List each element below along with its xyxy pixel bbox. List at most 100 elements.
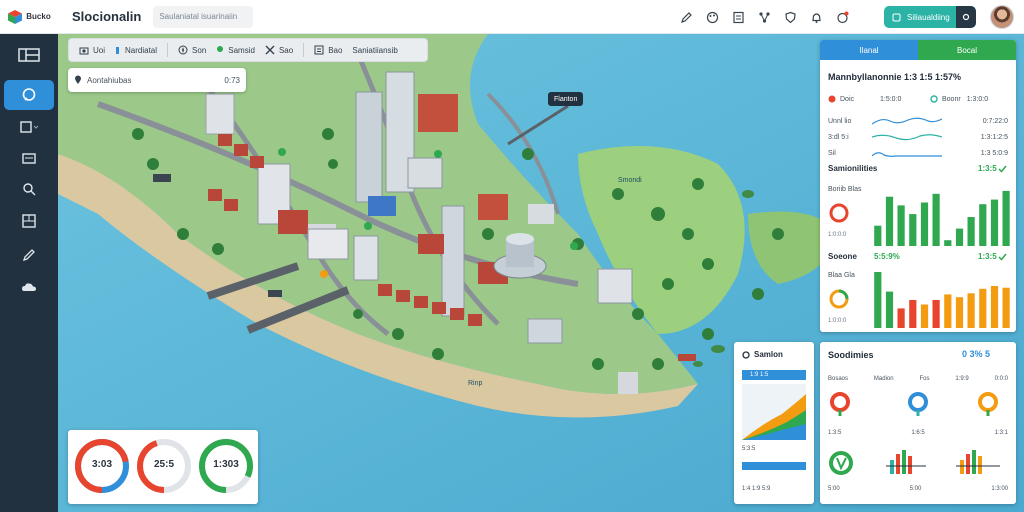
toolbar-divider xyxy=(167,43,169,57)
section2-title: Soeone xyxy=(828,252,857,261)
map-toolbar: Uoi Nardiatal Son Samsid Sao Bao Saniati… xyxy=(68,38,428,62)
toolbar-item-son[interactable]: Son xyxy=(178,45,206,55)
action-button[interactable]: Siliaualdiing xyxy=(884,6,976,28)
panel-row-1: Doic 1:5:0:0 Boonr 1:3:0:0 xyxy=(828,92,1008,106)
row4-label: Sil xyxy=(828,149,836,157)
panel-title: Mannbyllanonnie 1:3 1:5 1:57% xyxy=(828,72,962,82)
stats-col: Fos xyxy=(919,376,930,382)
check-icon xyxy=(998,165,1007,173)
row1-mid: 1:5:0:0 xyxy=(880,95,902,103)
sidebar-item-cloud[interactable] xyxy=(4,272,54,302)
map-search-label-group: Aontahiubas xyxy=(74,75,131,85)
section2-value: 5:5:9% xyxy=(874,252,900,261)
toolbar-label: Samsid xyxy=(228,45,255,55)
check-icon xyxy=(998,253,1007,261)
header-search-input[interactable]: Saulaniatal isuarinaiin xyxy=(153,5,254,28)
bar xyxy=(955,228,964,246)
mini-chart-1 xyxy=(886,450,926,474)
bar xyxy=(874,225,882,246)
toolbar-label: Uoi xyxy=(93,45,106,55)
network-icon[interactable] xyxy=(758,11,771,24)
toolbar-item-saniatiiansib[interactable]: Saniatiiansib xyxy=(352,46,397,55)
stats-col: Madion xyxy=(873,376,894,382)
pin-icon xyxy=(217,46,224,52)
grid-icon xyxy=(22,214,36,228)
bar xyxy=(932,300,940,328)
panel-row-3: 3:dl 5:i 1:3:1:2:5 xyxy=(828,130,1008,144)
sidebar-item-grid[interactable] xyxy=(4,206,54,236)
stats-cell: 1:3:1 xyxy=(994,430,1008,436)
toolbar-label: Sao xyxy=(278,45,294,55)
toolbar-item-bao[interactable]: Bao xyxy=(314,45,342,55)
sidebar-item-layers[interactable] xyxy=(4,112,54,142)
document-icon[interactable] xyxy=(732,11,745,24)
row2-val: 0:7:22:0 xyxy=(982,117,1008,125)
search-icon xyxy=(23,183,36,196)
section1-title: Samionilities xyxy=(828,164,878,173)
shield-icon[interactable] xyxy=(784,11,797,24)
panel-row-4: Sil 1:3 5:0:9 xyxy=(828,146,1008,160)
toolbar-divider xyxy=(303,43,305,57)
bar xyxy=(897,308,905,328)
pin-icon-orange xyxy=(978,392,998,416)
summary-line2: 5:3:5 xyxy=(742,446,756,452)
row1-left: Doic xyxy=(840,95,855,103)
row1-right-label: Boonr xyxy=(942,95,961,103)
sidebar-item-search[interactable] xyxy=(4,174,54,204)
toolbar-item-samsid[interactable]: Samsid xyxy=(216,45,255,55)
summary-card-header: Samlon xyxy=(742,350,783,359)
bar xyxy=(967,217,975,246)
camera-icon xyxy=(79,47,89,54)
summary-card: Samlon 1:9 1:5 5:3:5 1:4 1:9 5:9 xyxy=(734,342,814,504)
bar xyxy=(979,204,987,246)
user-avatar[interactable] xyxy=(990,5,1014,29)
toolbar-item-uoi[interactable]: Uoi xyxy=(79,46,105,55)
stats-cell: 1:3:5 xyxy=(828,430,842,436)
sparkline-1 xyxy=(872,117,942,125)
pen-icon xyxy=(22,249,35,262)
mini-chart-2 xyxy=(956,450,1000,474)
stats-cell: 1:3:00 xyxy=(991,486,1008,492)
location-icon xyxy=(75,75,81,84)
sidebar-item-layout[interactable] xyxy=(4,40,54,70)
action-button-label: Siliaualdiing xyxy=(907,12,950,22)
sparkline-2 xyxy=(872,134,942,141)
edit-icon[interactable] xyxy=(680,11,693,24)
sidebar-item-pen[interactable] xyxy=(4,240,54,270)
summary-bar-2 xyxy=(742,462,806,470)
stats-col: 1:9:9 xyxy=(955,376,969,382)
summary-line3: 1:4 1:9 5:9 xyxy=(742,486,771,492)
area-chart xyxy=(742,384,806,440)
bar xyxy=(1002,190,1010,246)
chart1-label: Boriib Blas xyxy=(828,186,862,193)
row2-label: Unnl lio xyxy=(828,117,852,125)
row3-val: 1:3:1:2:5 xyxy=(980,133,1008,141)
summary-card-title: Samlon xyxy=(754,350,783,359)
action-menu-icon[interactable] xyxy=(956,6,976,28)
chart-icon xyxy=(116,47,120,54)
map-location-badge[interactable]: Flanton xyxy=(548,92,584,106)
sidebar-item-chat[interactable] xyxy=(4,80,54,110)
map-search-card[interactable]: Aontahiubas 0:73 xyxy=(68,68,246,92)
bar-chart-1 xyxy=(874,190,1010,246)
tab-right[interactable]: Bocal xyxy=(918,40,1016,60)
logo[interactable]: Bucko xyxy=(0,0,58,34)
toolbar-label: Son xyxy=(192,45,207,55)
bell-icon[interactable] xyxy=(810,11,823,24)
tab-left[interactable]: Ilanal xyxy=(820,40,918,60)
section2-value2: 1:3:5 xyxy=(978,252,997,261)
toolbar-item-sao[interactable]: Sao xyxy=(265,45,293,55)
bar xyxy=(909,300,917,328)
toolbar-item-nardiatal[interactable]: Nardiatal xyxy=(115,45,157,55)
sparkline-3 xyxy=(872,152,942,157)
palette-icon[interactable] xyxy=(706,11,719,24)
donut-1-icon xyxy=(829,203,849,223)
bar xyxy=(990,199,999,246)
stats-row-a: 1:3:5 1:6:5 1:3:1 xyxy=(828,430,1008,436)
bar-chart-2 xyxy=(874,272,1010,328)
gauge-2-value: 25:5 xyxy=(153,459,174,470)
sidebar-item-monitor[interactable] xyxy=(4,144,54,174)
chart2-label: Blaa Gla xyxy=(828,272,855,279)
alert-icon[interactable] xyxy=(836,11,849,24)
summary-line1: 1:9 1:5 xyxy=(750,372,769,378)
